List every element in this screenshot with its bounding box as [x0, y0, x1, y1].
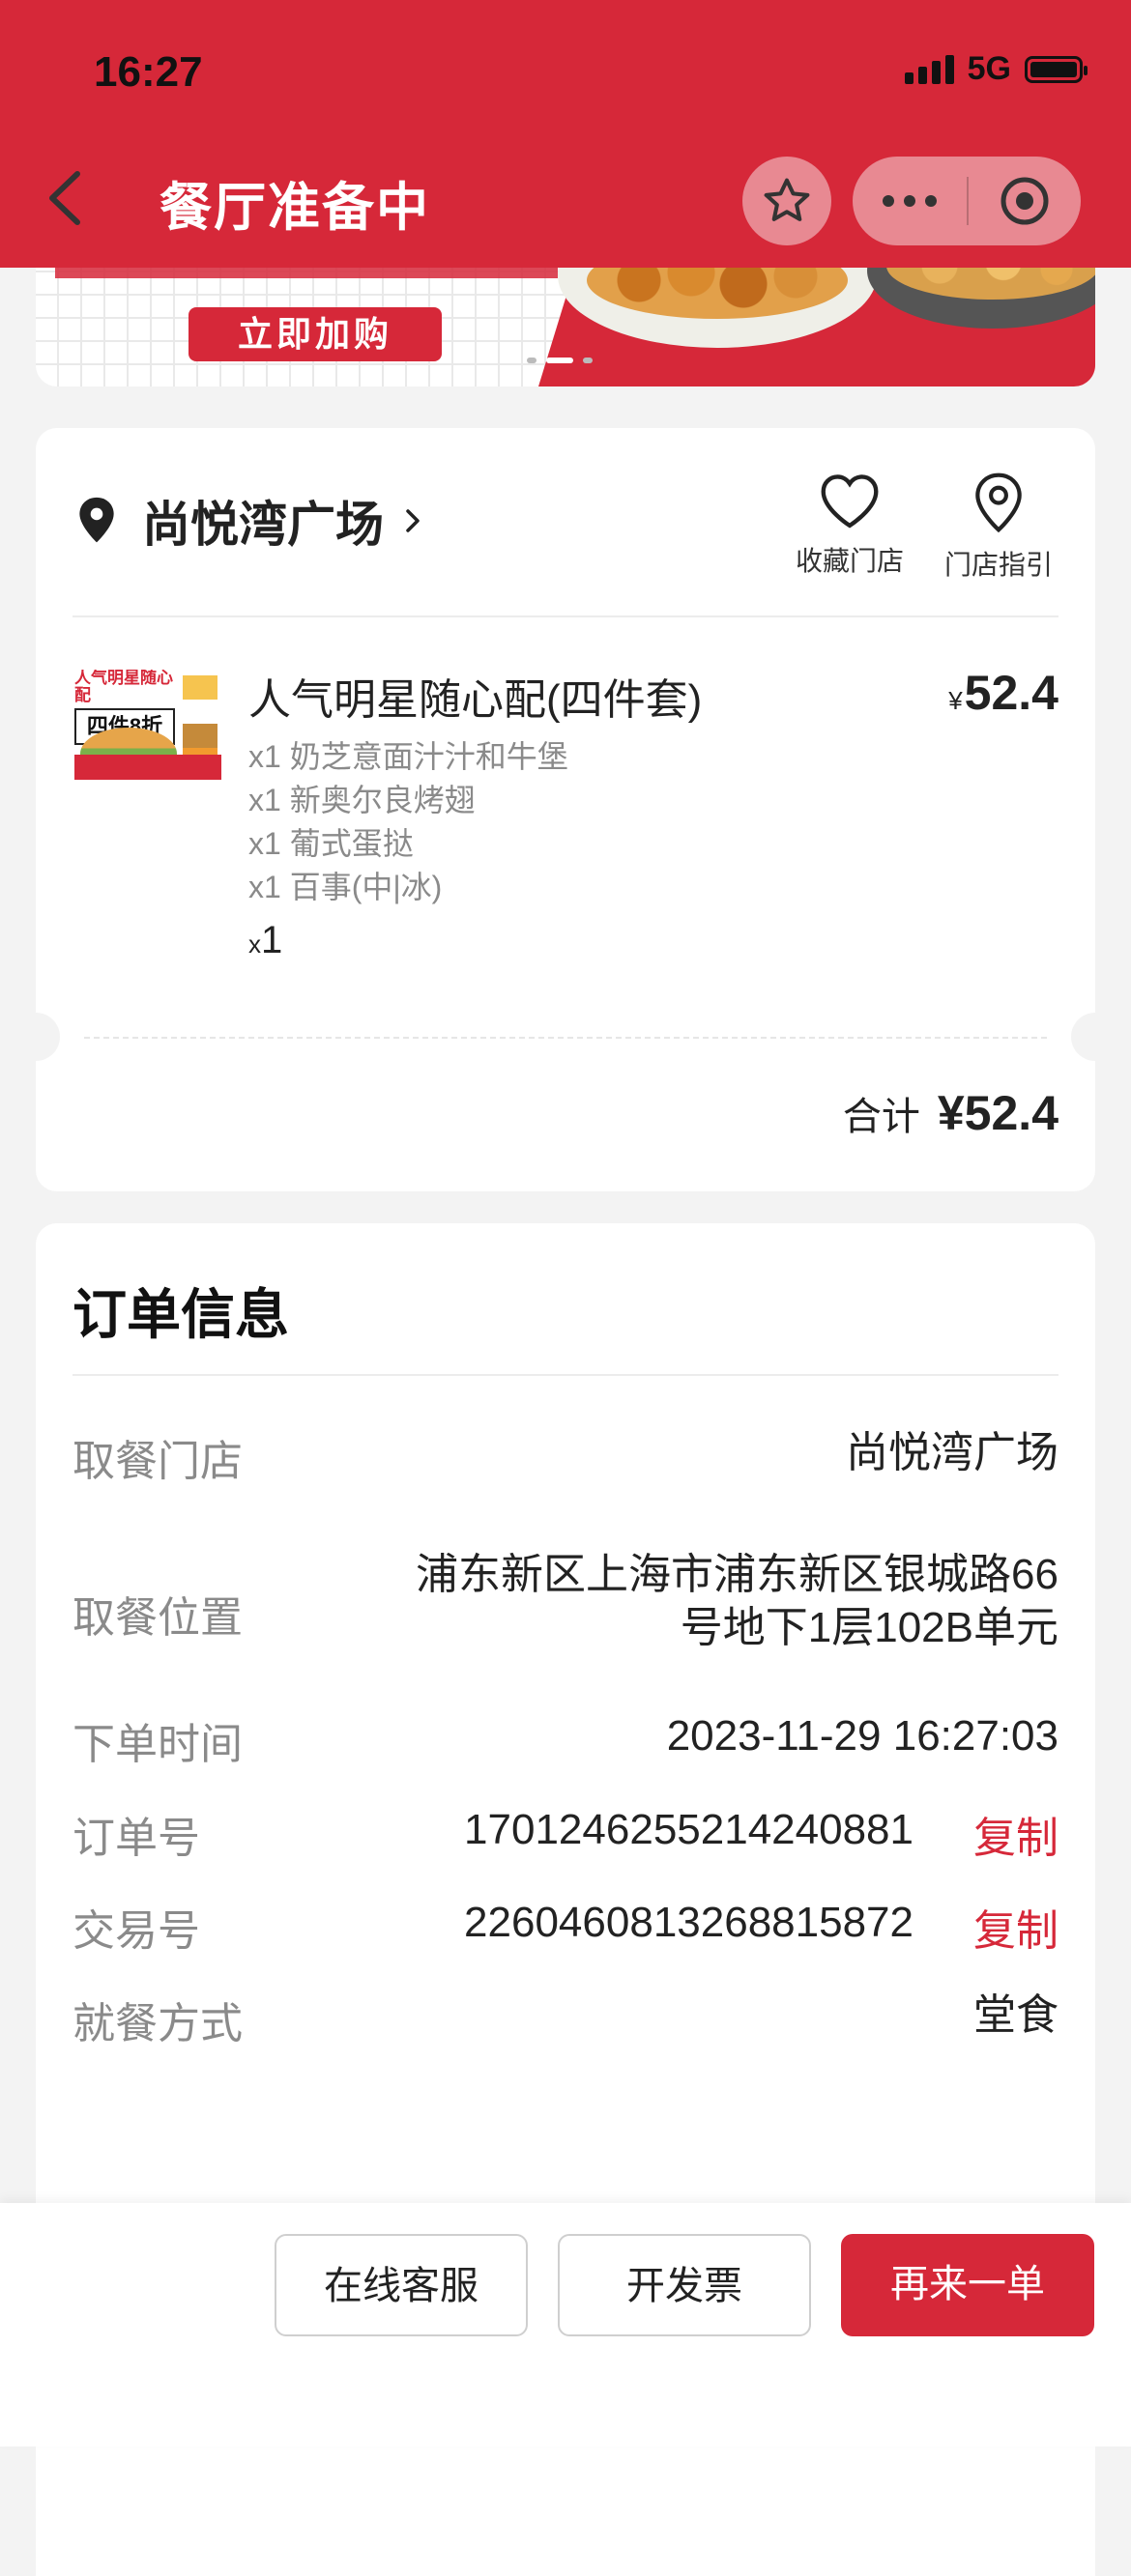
list-item: x1 葡式蛋挞	[248, 826, 414, 861]
section-title: 订单信息	[72, 1284, 289, 1345]
more-icon	[883, 195, 894, 207]
chevron-left-icon	[49, 171, 80, 225]
store-directions-label: 门店指引	[943, 550, 1053, 580]
product-price: ¥52.4	[948, 666, 1058, 720]
network-type: 5G	[967, 50, 1011, 87]
header: 16:27 5G 餐厅准备中	[0, 0, 1131, 268]
target-icon	[1000, 177, 1049, 225]
store-directions-button[interactable]: 门店指引	[931, 472, 1066, 583]
signal-icon	[904, 54, 954, 84]
list-item: x1 百事(中|冰)	[248, 870, 443, 904]
copy-order-number-button[interactable]: 复制	[973, 1803, 1058, 1865]
total-amount: ¥52.4	[937, 1086, 1058, 1140]
copy-transaction-number-button[interactable]: 复制	[973, 1896, 1058, 1958]
combo-items-list: x1 奶芝意面汁汁和牛堡 x1 新奥尔良烤翅 x1 葡式蛋挞 x1 百事(中|冰…	[248, 735, 568, 909]
product-name: 人气明星随心配(四件套)	[248, 676, 703, 724]
reorder-button[interactable]: 再来一单	[841, 2234, 1094, 2336]
customer-service-button[interactable]: 在线客服	[275, 2234, 528, 2336]
star-icon	[764, 178, 810, 221]
store-link[interactable]: 尚悦湾广场	[74, 486, 422, 556]
chevron-right-icon	[406, 509, 420, 532]
divider	[72, 1374, 1058, 1376]
battery-icon	[1025, 55, 1088, 83]
bottom-action-bar: 在线客服 开发票 再来一单	[0, 2203, 1131, 2447]
buy-now-button[interactable]: 立即加购	[188, 307, 442, 361]
product-quantity: x1	[248, 919, 283, 961]
mini-program-capsule	[853, 157, 1081, 245]
product-image: 人气明星随心配 四件8折	[74, 670, 221, 780]
status-icons: 5G	[904, 50, 1088, 88]
list-item: x1 新奥尔良烤翅	[248, 783, 476, 817]
more-button[interactable]	[853, 157, 967, 245]
perforation-divider	[84, 1037, 1047, 1039]
carousel-indicator	[527, 358, 593, 363]
list-item: x1 奶芝意面汁汁和牛堡	[248, 739, 568, 774]
page-title: 餐厅准备中	[160, 179, 430, 237]
status-time: 16:27	[94, 48, 203, 96]
map-pin-icon	[975, 472, 1022, 533]
favorite-store-button[interactable]: 收藏门店	[782, 472, 917, 579]
order-total: 合计 ¥52.4	[843, 1085, 1058, 1141]
total-label: 合计	[842, 1096, 920, 1138]
heart-icon	[821, 474, 879, 529]
store-order-card: 尚悦湾广场 收藏门店 门店指引 人气明星随心配 四件8折 人气明星随心配(四件套…	[12, 428, 1119, 1191]
close-program-button[interactable]	[969, 157, 1081, 245]
favorite-button[interactable]	[742, 157, 831, 245]
favorite-store-label: 收藏门店	[795, 546, 904, 576]
back-button[interactable]	[39, 164, 97, 232]
divider	[72, 615, 1058, 617]
invoice-button[interactable]: 开发票	[558, 2234, 811, 2336]
location-pin-icon	[79, 497, 114, 543]
store-name: 尚悦湾广场	[142, 498, 384, 552]
